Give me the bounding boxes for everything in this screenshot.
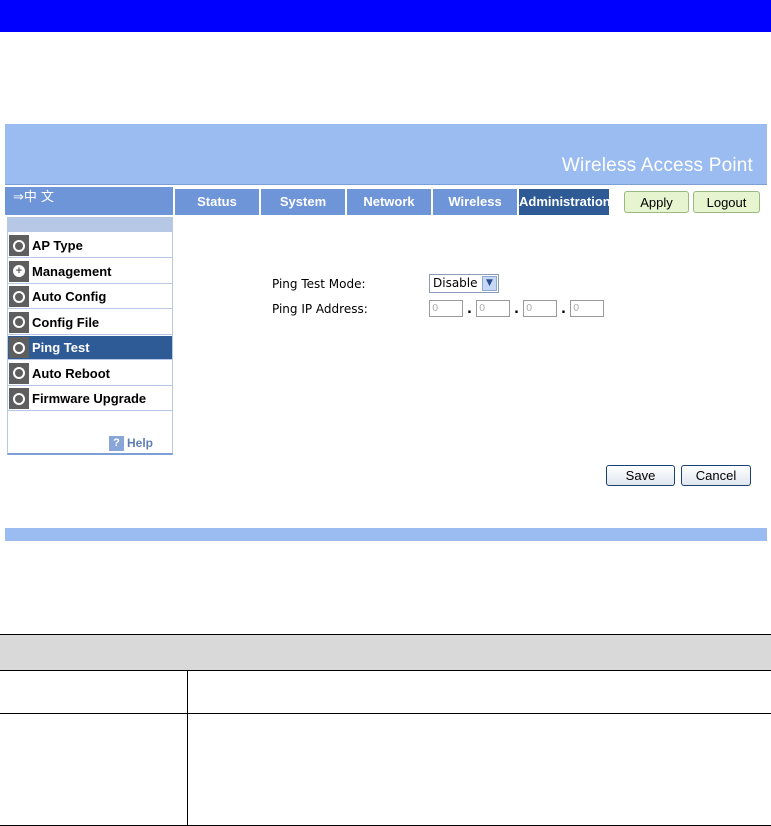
sidebar-menu: AP Type + Management Auto Config Config … [7,217,173,455]
ip-octet-3-input[interactable]: 0 [523,300,557,317]
ping-ip-label: Ping IP Address: [272,302,368,316]
top-nav: ⇒中 文 Status System Network Wireless Admi… [5,187,767,215]
ip-separator-dot: . [467,302,472,317]
help-label: Help [127,436,154,450]
tab-wireless[interactable]: Wireless [433,189,517,215]
app-title: Wireless Access Point [561,155,753,176]
tab-system[interactable]: System [261,189,345,215]
ip-octet-1-input[interactable]: 0 [429,300,463,317]
circle-icon [9,388,29,409]
ip-octet-4-input[interactable]: 0 [570,300,604,317]
language-switch[interactable]: ⇒中 文 [5,187,173,215]
sidebar-item-label: Firmware Upgrade [32,391,147,406]
sidebar-item-auto-config[interactable]: Auto Config [8,285,172,309]
circle-icon [9,337,29,358]
sidebar-item-ping-test[interactable]: Ping Test [8,336,172,360]
circle-icon [9,311,29,333]
plus-icon: + [9,260,29,282]
ip-octet-2-input[interactable]: 0 [476,300,510,317]
sidebar-item-label: Auto Config [32,289,107,304]
sidebar-item-label: Management [32,263,112,279]
table-cell [0,714,188,825]
help-link[interactable]: ? Help [109,435,153,451]
sidebar-item-label: Config File [32,314,100,330]
ip-separator-dot: . [561,302,566,317]
sidebar-item-auto-reboot[interactable]: Auto Reboot [8,362,172,386]
header-banner: Wireless Access Point [5,124,767,185]
sidebar-item-config-file[interactable]: Config File [8,311,172,335]
tab-status[interactable]: Status [175,189,259,215]
cancel-button[interactable]: Cancel [681,465,751,486]
ping-mode-select[interactable]: Disable ▼ [429,274,499,293]
sidebar-item-ap-type[interactable]: AP Type [8,234,172,258]
app-window: Wireless Access Point ⇒中 文 Status System… [5,124,767,541]
tab-network[interactable]: Network [347,189,431,215]
circle-icon [9,235,29,256]
save-button[interactable]: Save [606,465,675,486]
apply-button[interactable]: Apply [624,191,689,213]
circle-icon [9,286,29,307]
table-cell [0,671,188,713]
sidebar-item-label: AP Type [32,238,83,253]
sidebar-header [8,218,172,232]
tab-administration[interactable]: Administration [519,189,611,215]
top-blue-bar [0,0,771,32]
ping-mode-value: Disable [433,276,478,290]
footer-strip [5,528,767,541]
help-icon: ? [109,435,124,451]
sidebar-item-management[interactable]: + Management [8,260,172,284]
table-header-row [0,634,771,671]
ping-mode-label: Ping Test Mode: [272,277,366,291]
ip-separator-dot: . [514,302,519,317]
logout-button[interactable]: Logout [693,191,760,213]
sidebar-item-label: Auto Reboot [32,365,110,381]
table-row [0,671,771,714]
sidebar-item-firmware-upgrade[interactable]: Firmware Upgrade [8,387,172,411]
description-table [0,634,771,826]
sidebar-item-label: Ping Test [32,340,90,355]
chevron-down-icon: ▼ [482,276,497,291]
table-row [0,714,771,826]
circle-icon [9,362,29,384]
